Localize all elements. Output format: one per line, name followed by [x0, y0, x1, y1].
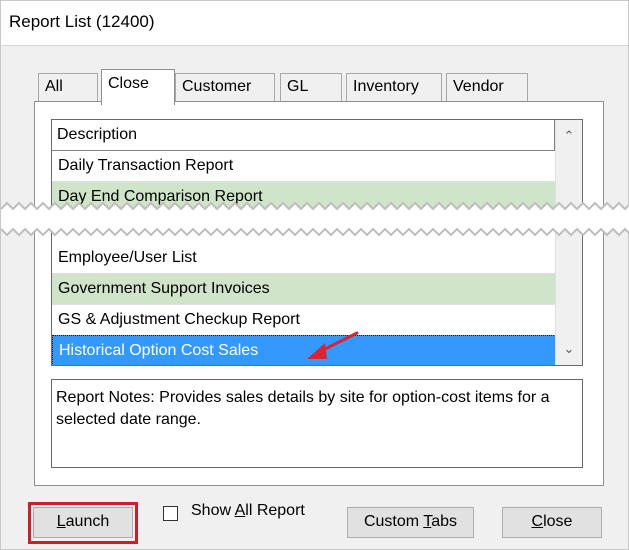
scroll-up-icon[interactable]: ⌃	[556, 122, 582, 150]
custom-tabs-button[interactable]: Custom Tabs	[347, 507, 474, 538]
list-item[interactable]: Daily Transaction Report	[52, 151, 558, 182]
show-all-report-label[interactable]: Show All Report	[191, 502, 305, 520]
tab-vendor[interactable]: Vendor	[446, 73, 528, 101]
tab-inventory[interactable]: Inventory	[346, 73, 442, 101]
column-header-description[interactable]: Description	[52, 120, 556, 151]
vertical-scrollbar[interactable]: ⌃ ⌄	[555, 120, 582, 365]
tab-gl[interactable]: GL	[280, 73, 342, 101]
window-title: Report List (12400)	[9, 12, 155, 31]
report-notes: Report Notes: Provides sales details by …	[51, 379, 583, 468]
scroll-down-icon[interactable]: ⌄	[556, 335, 582, 363]
list-item[interactable]: Employee/User List	[52, 243, 558, 274]
tab-customer[interactable]: Customer	[175, 73, 275, 101]
red-arrow-icon	[307, 331, 359, 359]
tab-close[interactable]: Close	[101, 69, 175, 105]
title-bar: Report List (12400)	[1, 1, 628, 46]
tab-all[interactable]: All	[38, 73, 98, 101]
show-all-report-checkbox[interactable]	[163, 506, 178, 521]
launch-button[interactable]: Launch	[33, 507, 133, 538]
list-item[interactable]: Government Support Invoices	[52, 274, 558, 305]
torn-edge-graphic	[1, 201, 629, 237]
report-list-window: Report List (12400) All Close Customer G…	[0, 0, 629, 550]
close-button[interactable]: Close	[502, 507, 602, 538]
